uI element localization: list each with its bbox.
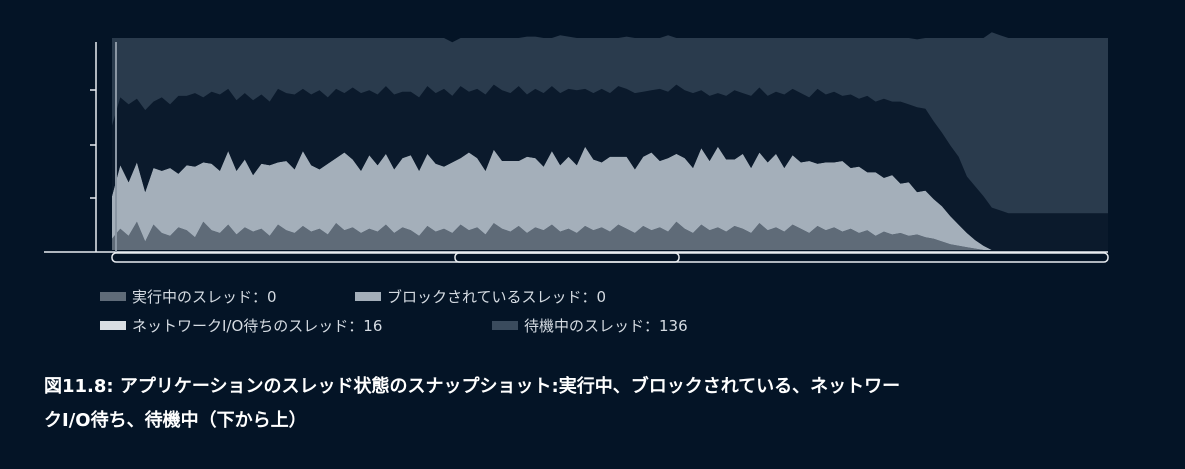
legend-item-waiting: 待機中のスレッド：136: [492, 315, 688, 336]
legend-swatch-running: [100, 291, 126, 301]
legend-label-network-io: ネットワークI/O待ちのスレッド：16: [132, 316, 383, 335]
legend-label-waiting: 待機中のスレッド：136: [524, 316, 688, 335]
figure-caption: 図11.8: アプリケーションのスレッド状態のスナップショット:実行中、ブロック…: [44, 370, 1144, 438]
legend-swatch-blocked: [355, 291, 381, 301]
thread-state-area-chart: [44, 32, 1109, 263]
legend-swatch-waiting: [492, 320, 518, 330]
legend-label-blocked: ブロックされているスレッド：0: [387, 287, 607, 306]
stacked-areas: [112, 32, 1108, 250]
timeline-scrollbar[interactable]: [111, 252, 1109, 263]
figure-caption-line-2: クI/O待ち、待機中（下から上）: [44, 410, 307, 431]
legend-item-blocked: ブロックされているスレッド：0: [355, 286, 606, 307]
legend-item-running: 実行中のスレッド：0: [100, 286, 355, 307]
legend-row-1: 実行中のスレッド：0 ブロックされているスレッド：0: [100, 285, 606, 307]
figure-caption-line-1: 図11.8: アプリケーションのスレッド状態のスナップショット:実行中、ブロック…: [44, 376, 901, 397]
legend-item-network-io: ネットワークI/O待ちのスレッド：16: [100, 315, 492, 336]
legend-swatch-network-io: [100, 320, 126, 330]
scrollbar-thumb: [454, 252, 680, 263]
legend-label-running: 実行中のスレッド：0: [132, 287, 277, 306]
legend-row-2: ネットワークI/O待ちのスレッド：16 待機中のスレッド：136: [100, 314, 688, 336]
scrollbar-track: [111, 252, 1109, 263]
